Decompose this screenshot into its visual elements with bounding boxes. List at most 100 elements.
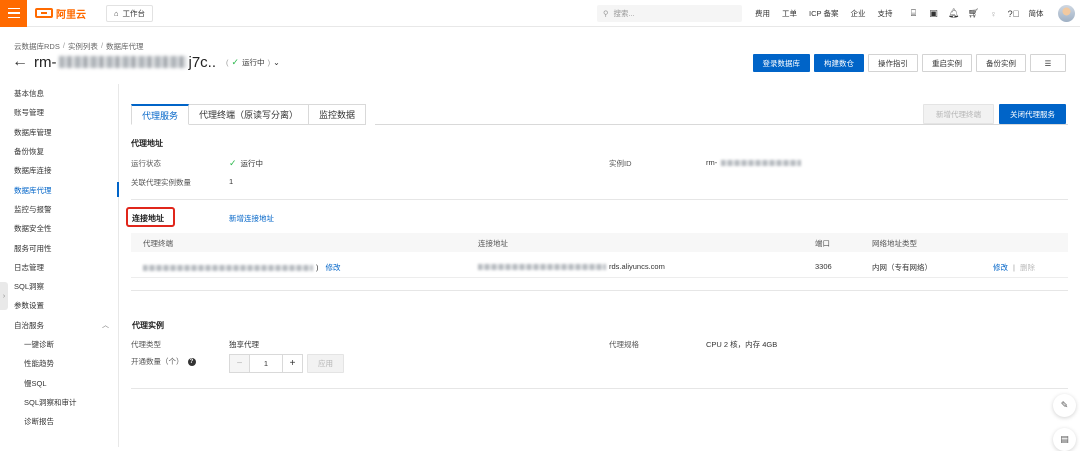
add-connection-link[interactable]: 新增连接地址 [229,213,274,224]
sidebar-item-basic-info[interactable]: 基本信息 [0,84,118,103]
chevron-up-icon: ︿ [102,322,109,330]
redacted-address [478,263,606,270]
nav-icp[interactable]: ICP 备案 [809,8,838,19]
sidebar-item-sql-insight[interactable]: SQL洞察 [0,277,118,296]
instance-name-prefix: rm- [34,53,57,71]
proxy-spec-label: 代理规格 [609,340,639,349]
sidebar-subitem-performance[interactable]: 性能趋势 [0,354,118,373]
highlight-box [126,207,175,227]
apply-button[interactable]: 应用 [307,354,344,373]
tab-bar: 代理服务 代理终端（原读写分离） 监控数据 [131,104,367,125]
run-status-label: 运行状态 [131,159,161,168]
terminal-icon[interactable]: ⌸ [904,8,922,19]
chevron-down-icon: ⌄ [273,57,280,67]
breadcrumb-instance-list[interactable]: 实例列表 [68,41,98,52]
login-db-button[interactable]: 登录数据库 [752,54,810,72]
table-header [131,233,1068,252]
nav-ticket[interactable]: 工单 [782,8,797,19]
question-icon[interactable]: ? [187,357,196,366]
sidebar-subitem-slow-sql[interactable]: 慢SQL [0,373,118,392]
tab-proxy-terminal[interactable]: 代理终端（原读写分离） [189,104,310,125]
quantity-stepper[interactable]: − 1 + [229,354,303,373]
workbench-label: 工作台 [122,8,146,18]
more-icon[interactable]: ☰ [1030,54,1066,72]
sidebar-item-db-proxy[interactable]: 数据库代理 [0,180,119,199]
search-placeholder: 搜索... [613,9,635,18]
aliyun-logo[interactable]: 阿里云 [35,6,86,21]
sidebar-item-backup[interactable]: 备份恢复 [0,142,118,161]
section-title-proxy-instance: 代理实例 [132,321,164,330]
column-header-terminal: 代理终端 [143,239,173,248]
sidebar-item-autonomy[interactable]: 自治服务 ︿ [0,316,118,335]
bulb-icon[interactable]: ♀ [984,9,1002,19]
bell-icon[interactable]: 🔔︎ [944,8,962,19]
add-terminal-button[interactable]: 新增代理终端 [923,104,994,124]
guide-button[interactable]: 操作指引 [868,54,918,72]
close-proxy-button[interactable]: 关闭代理服务 [999,104,1066,124]
instance-id-value: rm- [706,158,802,167]
sidebar-subitem-report[interactable]: 诊断报告 [0,412,118,431]
tab-divider [375,124,1068,125]
home-icon: ⌂ [114,8,119,18]
cart-icon[interactable]: 🛒︎ [964,8,982,19]
instance-id-prefix: rm- [706,158,718,167]
tab-proxy-service[interactable]: 代理服务 [131,104,190,125]
quantity-value[interactable]: 1 [249,355,283,372]
check-icon: ✓ [229,158,237,168]
sidebar-subitem-sql-audit[interactable]: SQL洞察和审计 [0,393,118,412]
search-input[interactable]: ⚲ 搜索... [597,5,742,22]
menu-icon[interactable] [0,0,27,27]
sidebar-collapse-handle[interactable]: › [0,282,8,310]
action-separator: | [1013,263,1015,272]
count-label: 开通数量（个） [131,357,184,366]
instance-name-suffix: j7c.. [188,53,217,71]
chat-icon[interactable]: ▤ [1053,428,1076,451]
nav-fee[interactable]: 费用 [755,8,770,19]
sidebar-item-availability[interactable]: 服务可用性 [0,238,118,257]
breadcrumb-rds[interactable]: 云数据库RDS [14,41,60,52]
terminal-cell: ) 修改 [143,262,341,273]
section-divider [131,388,1068,389]
sidebar-item-connection[interactable]: 数据库连接 [0,161,118,180]
proxy-type-label: 代理类型 [131,340,161,349]
language-switch[interactable]: 简体 [1028,8,1043,19]
column-header-port: 端口 [815,239,830,248]
nav-enterprise[interactable]: 企业 [850,8,865,19]
nav-support[interactable]: 支持 [877,8,892,19]
sidebar-item-parameters[interactable]: 参数设置 [0,296,118,315]
workbench-button[interactable]: ⌂ 工作台 [106,4,154,22]
edit-terminal-link[interactable]: 修改 [326,262,341,273]
status-badge[interactable]: ( ✓ 运行中 ) ⌄ [226,57,280,68]
table-row-divider [131,277,1068,278]
sidebar-item-logs[interactable]: 日志管理 [0,258,118,277]
increment-button[interactable]: + [283,355,302,372]
sidebar-item-monitoring[interactable]: 监控与报警 [0,200,118,219]
back-arrow-icon[interactable]: ← [12,54,28,70]
cloud-shell-icon[interactable]: ▣ [924,8,942,19]
net-type-cell: 内网（专有网络） [872,263,932,272]
sidebar-subitem-diagnose[interactable]: 一键诊断 [0,335,118,354]
build-warehouse-button[interactable]: 构建数仓 [814,54,864,72]
backup-button[interactable]: 备份实例 [976,54,1026,72]
sidebar-item-accounts[interactable]: 账号管理 [0,103,118,122]
help-icon[interactable]: ?⃝ [1004,9,1022,19]
status-text: 运行中 [242,57,265,67]
sidebar-item-security[interactable]: 数据安全性 [0,219,118,238]
page-title: ← rm- j7c.. ( ✓ 运行中 ) ⌄ [12,52,280,72]
tab-monitoring[interactable]: 监控数据 [309,104,367,125]
redacted-instance-id [721,159,802,166]
decrement-button[interactable]: − [230,355,249,372]
sidebar-item-label: 自治服务 [14,320,44,330]
restart-button[interactable]: 重启实例 [922,54,972,72]
sidebar-item-databases[interactable]: 数据库管理 [0,123,118,142]
avatar[interactable] [1058,5,1075,22]
delete-link[interactable]: 删除 [1020,262,1035,273]
breadcrumb-current: 数据库代理 [106,42,144,51]
address-suffix: rds.aliyuncs.com [609,262,665,271]
address-cell: rds.aliyuncs.com [478,262,665,271]
port-cell: 3306 [815,262,832,271]
logo-text: 阿里云 [56,9,86,21]
edit-feedback-icon[interactable]: ✎ [1053,394,1076,417]
section-title-proxy-address: 代理地址 [131,139,163,148]
edit-link[interactable]: 修改 [993,262,1008,273]
